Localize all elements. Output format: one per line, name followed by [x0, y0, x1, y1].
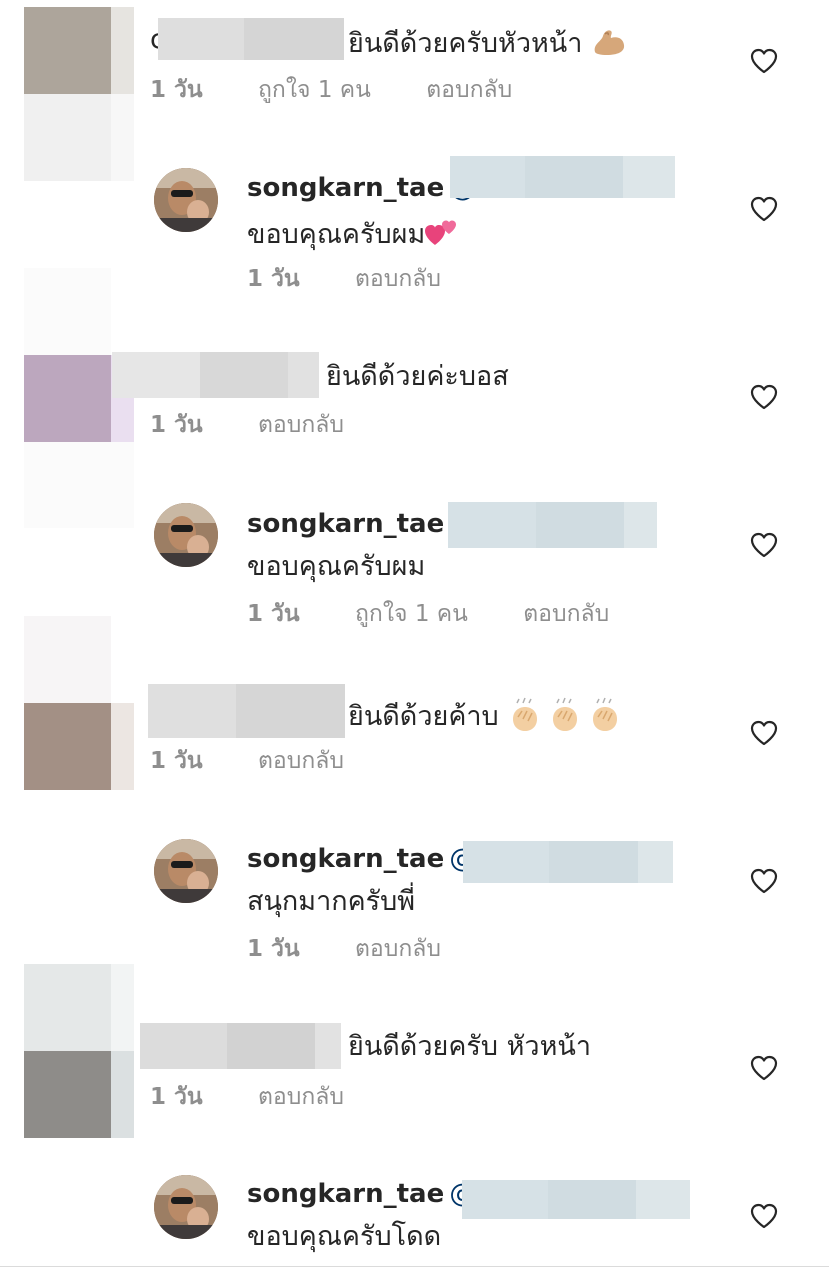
comment-time: 1 วัน	[247, 936, 300, 962]
reply-button[interactable]: ตอบกลับ	[355, 938, 441, 961]
avatar-blurred[interactable]	[24, 7, 134, 181]
comment-text: ยินดีด้วยค้าบ	[348, 697, 629, 738]
comment-text: สนุกมากครับพี่	[247, 886, 416, 917]
bottom-divider	[0, 1266, 829, 1267]
clapping-hands-icon	[509, 697, 629, 738]
two-hearts-icon	[423, 217, 459, 254]
comment-meta: 1 วัน ถูกใจ 1 คน ตอบกลับ	[247, 603, 609, 626]
comment-text: ยินดีด้วยค่ะบอส	[326, 361, 509, 392]
comment-text: ขอบคุณครับผม	[247, 551, 426, 582]
reply-button[interactable]: ตอบกลับ	[258, 414, 344, 437]
reply-button[interactable]: ตอบกลับ	[426, 79, 512, 102]
redacted-username	[158, 18, 344, 60]
reply-button[interactable]: ตอบกลับ	[355, 268, 441, 291]
heart-icon[interactable]	[750, 48, 778, 74]
username[interactable]: songkarn_tae	[247, 509, 444, 539]
heart-icon[interactable]	[750, 1055, 778, 1081]
comment-meta: 1 วัน ตอบกลับ	[150, 750, 344, 773]
comment-meta: 1 วัน ถูกใจ 1 คน ตอบกลับ	[150, 79, 512, 102]
reply-header: songkarn_tae @	[247, 1181, 475, 1207]
comment-time: 1 วัน	[150, 77, 203, 103]
reply-header: songkarn_tae @	[247, 175, 475, 201]
comment-meta: 1 วัน ตอบกลับ	[247, 938, 441, 961]
redacted-username	[112, 352, 319, 398]
comment-text: ยินดีด้วยครับ หัวหน้า	[348, 1031, 591, 1062]
username[interactable]: songkarn_tae	[247, 844, 444, 874]
comment-time: 1 วัน	[150, 1084, 203, 1110]
avatar[interactable]	[154, 839, 218, 903]
comment-time: 1 วัน	[150, 748, 203, 774]
redacted-mention	[448, 502, 657, 548]
avatar-blurred[interactable]	[24, 268, 134, 528]
comment-text: ขอบคุณครับโดด	[247, 1221, 442, 1252]
likes-count[interactable]: ถูกใจ 1 คน	[355, 603, 468, 626]
redacted-username	[148, 684, 345, 738]
comment-meta: 1 วัน ตอบกลับ	[150, 414, 344, 437]
comment-text: ขอบคุณครับผม	[247, 217, 459, 254]
comment-time: 1 วัน	[247, 601, 300, 627]
reply-header: songkarn_tae @	[247, 846, 475, 872]
comment-text: ยินดีด้วยครับหัวหน้า	[348, 26, 627, 63]
redacted-username	[140, 1023, 341, 1069]
avatar-blurred[interactable]	[24, 616, 134, 790]
heart-icon[interactable]	[750, 1203, 778, 1229]
heart-icon[interactable]	[750, 532, 778, 558]
username[interactable]: songkarn_tae	[247, 1179, 444, 1209]
heart-icon[interactable]	[750, 720, 778, 746]
avatar-blurred[interactable]	[24, 964, 134, 1138]
comment-time: 1 วัน	[247, 266, 300, 292]
username[interactable]: songkarn_tae	[247, 173, 444, 203]
reply-button[interactable]: ตอบกลับ	[523, 603, 609, 626]
heart-icon[interactable]	[750, 868, 778, 894]
avatar[interactable]	[154, 503, 218, 567]
reply-button[interactable]: ตอบกลับ	[258, 750, 344, 773]
redacted-mention	[463, 841, 673, 883]
avatar[interactable]	[154, 1175, 218, 1239]
reply-button[interactable]: ตอบกลับ	[258, 1086, 344, 1109]
redacted-mention	[462, 1180, 690, 1219]
comment-meta: 1 วัน ตอบกลับ	[247, 268, 441, 291]
heart-icon[interactable]	[750, 196, 778, 222]
redacted-mention	[450, 156, 675, 198]
heart-icon[interactable]	[750, 384, 778, 410]
reply-header: songkarn_tae	[247, 511, 444, 537]
comment-time: 1 วัน	[150, 412, 203, 438]
comment-meta: 1 วัน ตอบกลับ	[150, 1086, 344, 1109]
likes-count[interactable]: ถูกใจ 1 คน	[258, 79, 371, 102]
flexed-biceps-icon	[591, 26, 627, 63]
avatar[interactable]	[154, 168, 218, 232]
